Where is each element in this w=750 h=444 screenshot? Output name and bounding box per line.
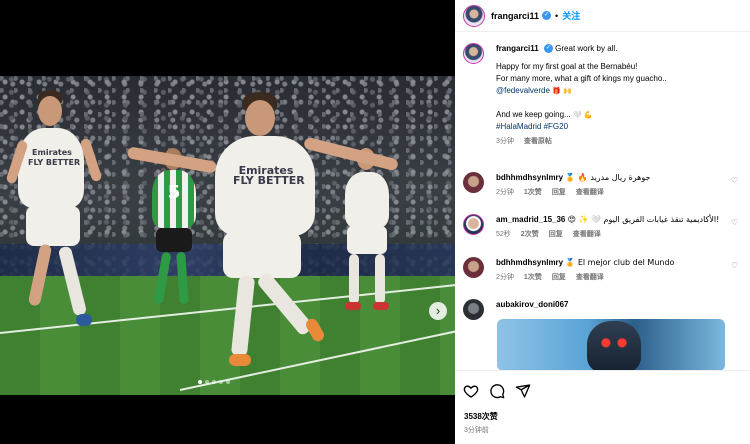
comment-time: 2分钟 (496, 189, 514, 196)
share-icon[interactable] (515, 383, 531, 399)
carousel-dot (226, 380, 230, 384)
comment-likes[interactable]: 1次赞 (524, 187, 542, 199)
post-photo[interactable]: Emirates FLY BETTER 5 Emirates FLY BETTE… (0, 76, 455, 395)
next-image-button[interactable]: › (429, 302, 447, 320)
jersey-sponsor-left: Emirates FLY BETTER (28, 148, 81, 167)
comment-gif[interactable] (497, 319, 725, 370)
post-side-panel: frangarci11 ✓ • 关注 frangarci11 ✓ Great w… (455, 0, 750, 444)
follow-button[interactable]: 关注 (562, 9, 580, 22)
commenter-username[interactable]: bdhhmdhsynlmry (496, 258, 563, 267)
caption-line: Happy for my first goal at the Bernabéu! (496, 62, 638, 71)
comment-item: bdhhmdhsynlmry 🏅 El mejor club del Mundo… (463, 257, 738, 284)
commenter-avatar[interactable] (463, 214, 484, 235)
author-avatar[interactable] (463, 4, 485, 27)
verified-badge-icon: ✓ (542, 11, 552, 20)
chevron-right-icon: › (435, 303, 441, 318)
author-username[interactable]: frangarci11 (491, 11, 539, 21)
commenter-avatar[interactable] (463, 172, 484, 193)
see-translation-button[interactable]: 查看翻译 (573, 229, 601, 241)
see-original-link[interactable]: 查看原帖 (524, 136, 552, 148)
commenter-username[interactable]: am_madrid_15_36 (496, 215, 565, 224)
comment-likes[interactable]: 1次赞 (524, 272, 542, 284)
reply-button[interactable]: 回复 (552, 272, 566, 284)
header-separator: • (555, 10, 559, 21)
likes-count[interactable]: 3538次赞 (464, 411, 498, 422)
comments-list[interactable]: frangarci11 ✓ Great work by all. Happy f… (455, 33, 750, 370)
comment-text: 🏅 🔥 جوهرة ريال مدريد (565, 173, 651, 182)
caption-text: Great work by all. (555, 44, 618, 53)
commenter-avatar[interactable] (463, 257, 484, 278)
caption: frangarci11 ✓ Great work by all. Happy f… (463, 43, 736, 148)
comment-item: aubakirov_doni067 (463, 299, 736, 320)
commenter-avatar[interactable] (463, 299, 484, 320)
caption-emoji: 🤍 💪 (572, 111, 593, 119)
carousel-indicator (198, 380, 230, 384)
post-header: frangarci11 ✓ • 关注 (455, 0, 750, 32)
reply-button[interactable]: 回复 (552, 187, 566, 199)
carousel-dot (212, 380, 216, 384)
verified-badge-icon: ✓ (543, 44, 553, 54)
mention-link[interactable]: @fedevalverde (496, 86, 550, 95)
post-media-pane: Emirates FLY BETTER 5 Emirates FLY BETTE… (0, 0, 455, 444)
terminator-gif-image (587, 321, 641, 370)
comment-likes[interactable]: 2次赞 (521, 229, 539, 241)
comment-item: bdhhmdhsynlmry 🏅 🔥 جوهرة ريال مدريد 2分钟 … (463, 172, 738, 199)
carousel-dot (205, 380, 209, 384)
post-actions: 3538次赞 3分钟前 (455, 370, 750, 444)
caption-emoji: 🎁 🙌 (552, 87, 572, 95)
comment-text: 😍 ✨ 🤍 الأكاديمية تنقذ غيابات الفريق اليو… (567, 215, 720, 224)
player-main: Emirates FLY BETTER (125, 92, 415, 382)
comment-item: am_madrid_15_36 😍 ✨ 🤍 الأكاديمية تنقذ غي… (463, 214, 738, 241)
caption-time: 3分钟 (496, 138, 514, 145)
commenter-username[interactable]: bdhhmdhsynlmry (496, 173, 563, 182)
comment-time: 2分钟 (496, 274, 514, 281)
see-translation-button[interactable]: 查看翻译 (576, 187, 604, 199)
comment-time: 52秒 (496, 231, 511, 238)
author-avatar[interactable] (463, 43, 484, 64)
commenter-username[interactable]: aubakirov_doni067 (496, 300, 568, 309)
caption-line: For many more, what a gift of kings my g… (496, 74, 667, 83)
hashtag-links[interactable]: #HalaMadrid #FG20 (496, 121, 736, 133)
caption-username[interactable]: frangarci11 (496, 44, 539, 53)
carousel-dot (219, 380, 223, 384)
heart-icon[interactable] (463, 383, 479, 399)
jersey-sponsor-main: Emirates FLY BETTER (233, 164, 305, 187)
carousel-dot (198, 380, 202, 384)
caption-line: And we keep going... (496, 110, 571, 119)
reply-button[interactable]: 回复 (549, 229, 563, 241)
player-left: Emirates FLY BETTER (5, 90, 120, 360)
see-translation-button[interactable]: 查看翻译 (576, 272, 604, 284)
comment-icon[interactable] (489, 383, 505, 399)
comment-text: 🏅 El mejor club del Mundo (565, 258, 675, 267)
post-time: 3分钟前 (464, 427, 489, 434)
